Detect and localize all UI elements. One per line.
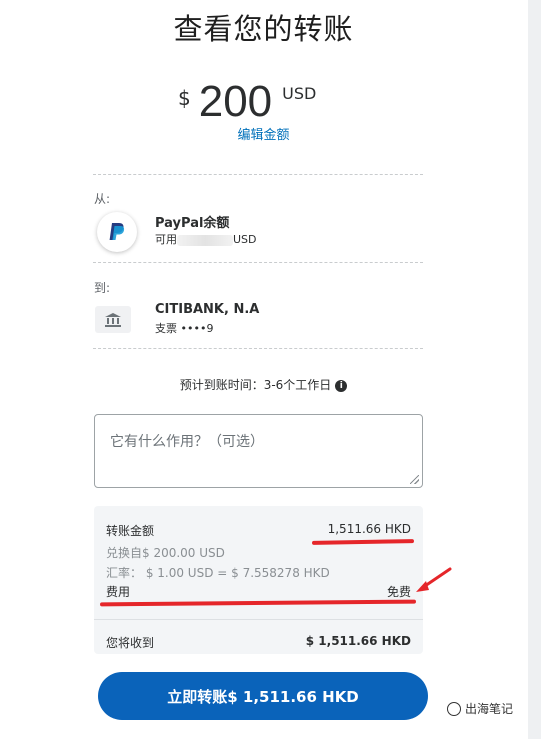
bank-name: CITIBANK, N.A bbox=[155, 302, 260, 317]
source-available: 可用 USD bbox=[155, 231, 257, 247]
send-now-button[interactable]: 立即转账$ 1,511.66 HKD bbox=[98, 672, 428, 720]
currency-symbol: $ bbox=[178, 86, 191, 110]
fee-value: 免费 bbox=[386, 585, 411, 599]
transfer-amount-value: 1,511.66 HKD bbox=[327, 522, 411, 536]
watermark: 出海笔记 bbox=[447, 700, 513, 717]
page-title: 查看您的转账 bbox=[173, 12, 354, 46]
source-name: PayPal余额 bbox=[155, 216, 230, 231]
fee-label: 费用 bbox=[106, 585, 131, 599]
note-placeholder: 它有什么作用？（可选） bbox=[110, 434, 264, 450]
divider bbox=[93, 174, 423, 175]
transfer-review-page: 查看您的转账 $ 200 USD 编辑金额 从: PayPal余额 可用 USD … bbox=[0, 0, 541, 739]
purpose-note-field[interactable]: 它有什么作用？（可选） bbox=[94, 414, 423, 488]
available-prefix: 可用 bbox=[155, 233, 177, 246]
arrival-estimate: 预计到账时间：3-6个工作日 i bbox=[0, 376, 527, 393]
exchange-rate-text: 汇率： $ 1.00 USD = $ 7.558278 HKD bbox=[106, 566, 330, 580]
wechat-icon bbox=[447, 701, 461, 716]
redacted-balance bbox=[177, 234, 233, 246]
to-label: 到: bbox=[94, 281, 111, 295]
bank-icon bbox=[95, 306, 131, 333]
edit-amount-link[interactable]: 编辑金额 bbox=[0, 124, 527, 143]
currency-code: USD bbox=[282, 84, 317, 103]
divider bbox=[93, 262, 423, 263]
amount-value: 200 bbox=[198, 77, 273, 126]
transfer-amount-label: 转账金额 bbox=[106, 524, 155, 538]
transfer-amount: $ 200 USD bbox=[178, 77, 317, 126]
converted-from-text: 兑换自$ 200.00 USD bbox=[106, 546, 225, 560]
summary-divider bbox=[94, 619, 423, 620]
receive-label: 您将收到 bbox=[106, 636, 155, 650]
scrollbar-track[interactable] bbox=[528, 0, 541, 739]
resize-handle-icon[interactable] bbox=[410, 475, 419, 484]
bank-account: 支票 ••••9 bbox=[155, 322, 214, 335]
divider bbox=[93, 348, 423, 349]
info-icon[interactable]: i bbox=[335, 379, 348, 392]
annotation-arrow-icon bbox=[416, 567, 452, 592]
watermark-text: 出海笔记 bbox=[465, 702, 514, 716]
arrival-estimate-text: 预计到账时间：3-6个工作日 bbox=[179, 378, 332, 392]
paypal-logo-icon bbox=[97, 212, 137, 252]
summary-panel: 转账金额 1,511.66 HKD 兑换自$ 200.00 USD 汇率： $ … bbox=[94, 506, 423, 654]
available-currency: USD bbox=[233, 233, 257, 246]
from-label: 从: bbox=[94, 192, 111, 206]
receive-value: $ 1,511.66 HKD bbox=[305, 634, 411, 648]
